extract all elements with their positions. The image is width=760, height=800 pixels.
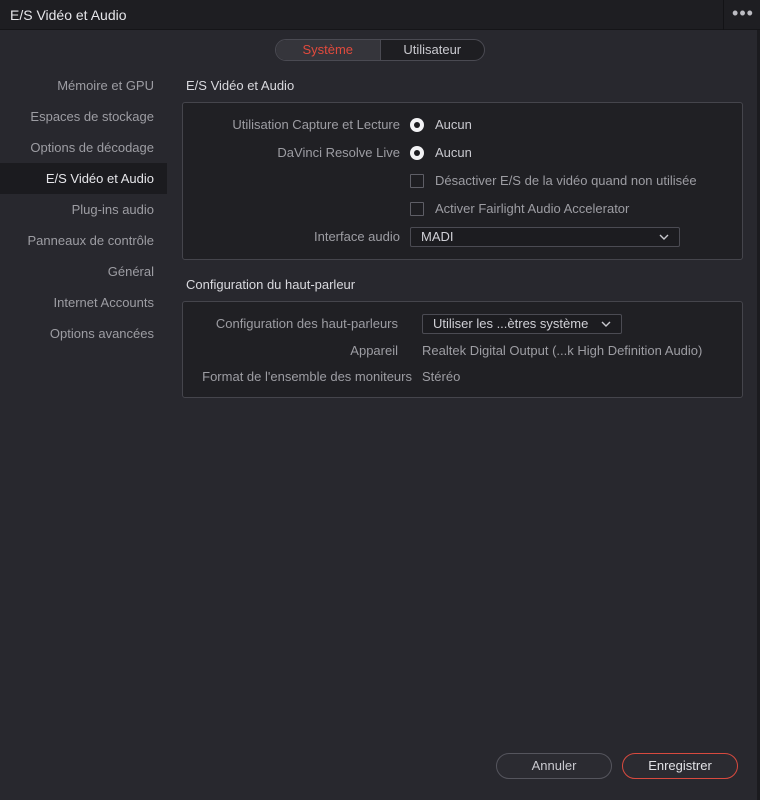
sidebar-item-internet-accounts[interactable]: Internet Accounts bbox=[0, 287, 167, 318]
more-options-icon[interactable]: ••• bbox=[726, 0, 760, 30]
capture-playback-value: Aucun bbox=[435, 117, 472, 132]
io-section-title: E/S Vidéo et Audio bbox=[186, 78, 295, 93]
speaker-config-label: Configuration des haut-parleurs bbox=[215, 316, 398, 331]
sidebar: Mémoire et GPU Espaces de stockage Optio… bbox=[0, 70, 167, 349]
resolve-live-radio[interactable] bbox=[410, 146, 424, 160]
title-bar-divider bbox=[723, 0, 724, 30]
speaker-config-value: Utiliser les ...ètres système bbox=[433, 316, 589, 331]
device-value: Realtek Digital Output (...k High Defini… bbox=[422, 343, 703, 358]
speaker-config-select[interactable]: Utiliser les ...ètres système bbox=[422, 314, 622, 334]
fairlight-accelerator-label: Activer Fairlight Audio Accelerator bbox=[435, 201, 630, 216]
monitor-format-label: Format de l'ensemble des moniteurs bbox=[202, 369, 412, 384]
sidebar-item-general[interactable]: Général bbox=[0, 256, 167, 287]
window-title: E/S Vidéo et Audio bbox=[10, 7, 127, 23]
cancel-button[interactable]: Annuler bbox=[496, 753, 612, 779]
disable-video-io-label: Désactiver E/S de la vidéo quand non uti… bbox=[435, 173, 697, 188]
chevron-down-icon bbox=[601, 321, 611, 327]
sidebar-item-memoire-gpu[interactable]: Mémoire et GPU bbox=[0, 70, 167, 101]
device-label: Appareil bbox=[350, 343, 398, 358]
capture-playback-label: Utilisation Capture et Lecture bbox=[232, 117, 400, 132]
fairlight-accelerator-checkbox[interactable] bbox=[410, 202, 424, 216]
sidebar-item-options-avancees[interactable]: Options avancées bbox=[0, 318, 167, 349]
audio-interface-select[interactable]: MADI bbox=[410, 227, 680, 247]
save-button[interactable]: Enregistrer bbox=[622, 753, 738, 779]
speaker-section-title: Configuration du haut-parleur bbox=[186, 277, 356, 292]
title-bar: E/S Vidéo et Audio ••• bbox=[0, 0, 760, 30]
resolve-live-value: Aucun bbox=[435, 145, 472, 160]
sidebar-item-plugins-audio[interactable]: Plug-ins audio bbox=[0, 194, 167, 225]
scope-tabs: Système Utilisateur bbox=[275, 39, 485, 61]
audio-interface-label: Interface audio bbox=[313, 229, 400, 244]
tab-systeme[interactable]: Système bbox=[276, 40, 381, 60]
sidebar-item-panneaux-controle[interactable]: Panneaux de contrôle bbox=[0, 225, 167, 256]
capture-playback-radio[interactable] bbox=[410, 118, 424, 132]
chevron-down-icon bbox=[659, 234, 669, 240]
sidebar-item-espaces-stockage[interactable]: Espaces de stockage bbox=[0, 101, 167, 132]
tab-utilisateur[interactable]: Utilisateur bbox=[381, 40, 485, 60]
disable-video-io-checkbox[interactable] bbox=[410, 174, 424, 188]
sidebar-item-es-video-audio[interactable]: E/S Vidéo et Audio bbox=[0, 163, 167, 194]
sidebar-item-options-decodage[interactable]: Options de décodage bbox=[0, 132, 167, 163]
monitor-format-value: Stéréo bbox=[422, 369, 461, 384]
audio-interface-value: MADI bbox=[421, 229, 454, 244]
resolve-live-label: DaVinci Resolve Live bbox=[277, 145, 400, 160]
